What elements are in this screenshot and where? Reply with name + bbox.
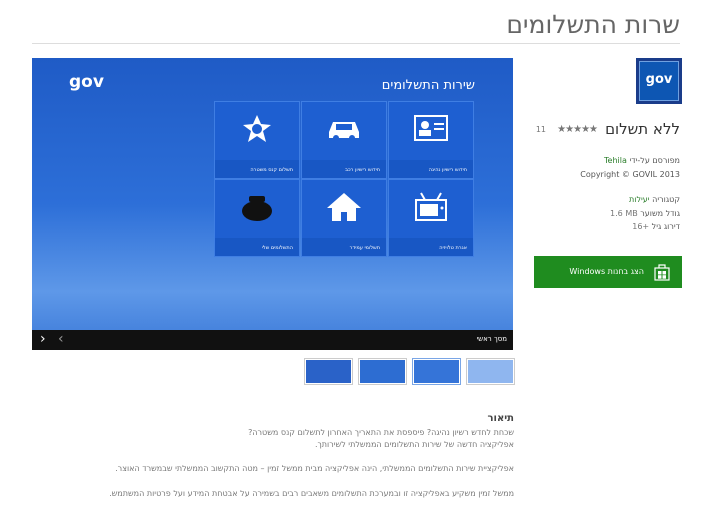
tile-label: חידוש רישיון רכב: [345, 167, 380, 173]
app-name: ללא תשלום: [605, 120, 680, 138]
rating-stars: ★★★★★: [557, 124, 598, 135]
copyright: Copyright © GOVIL 2013: [580, 170, 680, 179]
description-line: שכחת לחדש רשיון נהיגה? פיספסת את התאריך …: [248, 428, 514, 437]
show-in-store-button[interactable]: הצג בחנות Windows: [534, 256, 682, 288]
app-icon-logo: gov: [645, 72, 673, 87]
category-row: קטגוריה יעילות: [629, 195, 680, 204]
chevron-left-icon[interactable]: ‹: [40, 331, 46, 347]
size-label: גודל משוער: [640, 209, 680, 218]
size-row: גודל משוער 1.6 MB: [610, 209, 680, 218]
tv-icon: [389, 192, 473, 231]
show-in-store-label: הצג בחנות Windows: [569, 267, 644, 276]
thumbnail[interactable]: [358, 358, 407, 385]
tile-label: אגרת טלויזיה: [439, 245, 467, 251]
chevron-right-icon[interactable]: ›: [58, 331, 64, 347]
publisher-row: מפורסם על-ידי Tehila: [604, 156, 680, 165]
category-link[interactable]: יעילות: [629, 195, 650, 204]
publisher-link[interactable]: Tehila: [604, 156, 627, 165]
nav-label: מסך ראשי: [476, 335, 507, 343]
tile-police-fine: תשלום קנס משטרה: [214, 101, 300, 179]
tile-label: תשלום קנס משטרה: [250, 167, 293, 173]
tile-car-license: חידוש רישיון רכב: [301, 101, 387, 179]
description-line: אפליקציה חדשה של שירות התשלומים הממשלתי …: [314, 440, 514, 449]
screenshot-nav-bar: מסך ראשי ‹ ›: [32, 330, 513, 350]
tile-label: חידוש רישיון נהיגה: [428, 167, 467, 173]
driver-license-icon: [389, 114, 473, 151]
app-icon: gov: [636, 58, 682, 104]
description-heading: תיאור: [487, 413, 514, 424]
thumbnail[interactable]: [412, 358, 461, 385]
tile-my-payments: התשלומים שלי: [214, 179, 300, 257]
windows-store-icon: [654, 264, 670, 281]
size-value: 1.6 MB: [610, 209, 638, 218]
gov-logo: gov: [69, 72, 104, 92]
tile-driver-license: חידוש רישיון נהיגה: [388, 101, 474, 179]
tile-label: תשלומי עמידר: [349, 245, 380, 251]
car-icon: [302, 114, 386, 151]
age-value: 16+: [632, 222, 650, 231]
thumbnail[interactable]: [304, 358, 353, 385]
tile-label: התשלומים שלי: [261, 245, 293, 251]
thumbnail[interactable]: [466, 358, 515, 385]
description-line: אפליקציית שירות התשלומים הממשלתי, הינה א…: [115, 464, 514, 473]
publisher-label: מפורסם על-ידי: [629, 156, 680, 165]
category-label: קטגוריה: [652, 195, 680, 204]
tile-tv-fee: אגרת טלויזיה: [388, 179, 474, 257]
main-screenshot: gov שירות התשלומים חידוש רישיון נהיגה חי…: [32, 58, 513, 350]
house-icon: [302, 192, 386, 231]
tile-amidar: תשלומי עמידר: [301, 179, 387, 257]
rating-count: 11: [535, 125, 546, 134]
divider: [32, 43, 680, 44]
screenshot-title: שירות התשלומים: [381, 78, 475, 93]
description-line: ממשל זמין משקיע באפליקציה זו ובמערכת התש…: [109, 489, 514, 498]
wallet-icon: [215, 192, 299, 231]
age-row: דירוג גיל 16+: [632, 222, 680, 231]
page-title: שרות התשלומים: [506, 10, 680, 39]
police-badge-icon: [215, 114, 299, 153]
age-label: דירוג גיל: [651, 222, 680, 231]
